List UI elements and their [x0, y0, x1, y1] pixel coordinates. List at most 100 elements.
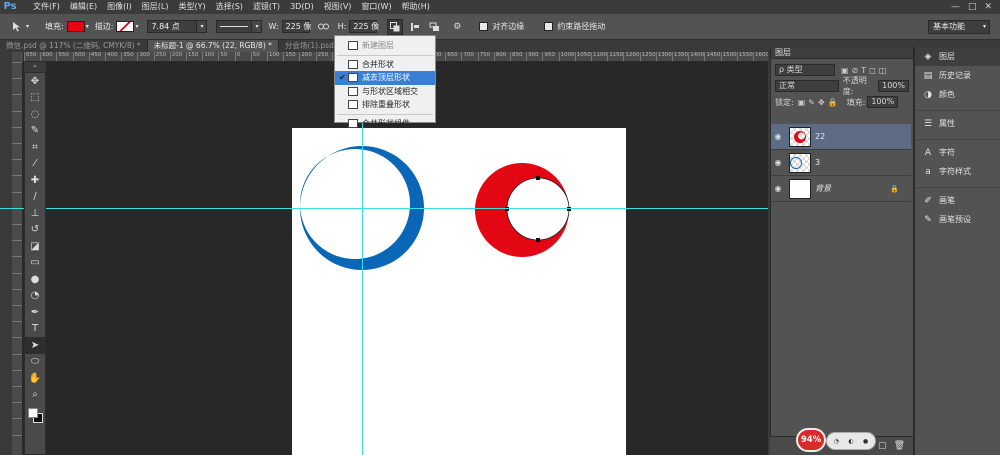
layer-row-3[interactable]: ◉ 3	[771, 150, 911, 176]
path-selection-tool-icon[interactable]: ➤	[25, 337, 45, 354]
anchor-point-bottom[interactable]	[536, 238, 540, 242]
layers-icon: ◈	[924, 51, 932, 62]
blur-tool-icon[interactable]: ●	[25, 271, 45, 288]
panel-dock-header	[770, 40, 1000, 47]
floating-widget[interactable]: ◔ ◐ ●	[826, 432, 876, 450]
zoom-level-badge[interactable]: 94%	[796, 428, 826, 452]
layers-panel-title[interactable]: 图层	[775, 48, 791, 57]
side-item-color[interactable]: ◑ 颜色	[915, 85, 1000, 104]
layers-panel-header: 图层	[771, 47, 913, 59]
widget-icon-b[interactable]: ◐	[848, 438, 853, 445]
path-op-menu-item[interactable]: ✔ 减去顶层形状	[335, 71, 435, 85]
lock-icons[interactable]: ▣✎✥🔒	[798, 98, 841, 107]
layer-thumbnail	[789, 178, 811, 199]
path-op-menu-item[interactable]: 新建图层	[335, 39, 435, 53]
path-operations-menu: 新建图层合并形状 ✔ 减去顶层形状 与形状区域相交排除重叠形状合并形状组件	[334, 35, 436, 128]
side-item-label: 图层	[939, 52, 955, 61]
side-item-brush-presets[interactable]: ✎ 画笔预设	[915, 210, 1000, 229]
brush-tool-icon[interactable]: ∕	[25, 189, 45, 206]
menu-item-label: 合并形状组件	[362, 118, 410, 128]
layer-filter-select[interactable]: ρ 类型	[775, 64, 835, 76]
eraser-tool-icon[interactable]: ◪	[25, 238, 45, 255]
side-item-layers[interactable]: ◈ 图层	[915, 47, 1000, 66]
side-item-properties[interactable]: ☰ 属性	[915, 114, 1000, 133]
gradient-tool-icon[interactable]: ▭	[25, 255, 45, 272]
menu-item-label: 合并形状	[362, 59, 394, 69]
menu-item-label: 减去顶层形状	[362, 73, 410, 83]
crop-tool-icon[interactable]: ⌗	[25, 139, 45, 156]
new-layer-icon[interactable]: ▢	[878, 441, 887, 451]
red-crescent-shape[interactable]	[474, 163, 570, 257]
path-op-menu-item[interactable]: 排除重叠形状	[335, 98, 435, 112]
move-tool-icon[interactable]: ✥	[25, 73, 45, 90]
workspace-select[interactable]: 基本功能 ▾	[928, 20, 990, 34]
visibility-eye-icon[interactable]: ◉	[771, 184, 785, 193]
opacity-input[interactable]: 100%	[878, 80, 909, 92]
layer-name[interactable]: 22	[815, 132, 825, 141]
character-icon: A	[924, 147, 932, 158]
brush-presets-icon: ✎	[924, 214, 932, 225]
widget-icon-c[interactable]: ●	[863, 438, 868, 445]
lock-label: 锁定:	[775, 97, 794, 107]
window-controls: — □ ✕	[951, 2, 1000, 12]
shape-op-icon	[348, 59, 358, 69]
filter-icons[interactable]: ▣⊘T◻◫	[841, 66, 889, 75]
shape-op-icon	[348, 73, 358, 83]
layer-name[interactable]: 3	[815, 158, 820, 167]
side-item-label: 字符	[939, 148, 955, 157]
layer-row-background[interactable]: ◉ 背景 🔒	[771, 176, 911, 202]
merge-components-item[interactable]: 合并形状组件	[335, 117, 435, 131]
side-item-label: 历史记录	[939, 71, 971, 80]
type-tool-icon[interactable]: T	[25, 321, 45, 338]
layer-thumbnail	[789, 126, 811, 147]
zoom-tool-icon[interactable]: ⌕	[25, 387, 45, 404]
dodge-tool-icon[interactable]: ◔	[25, 288, 45, 305]
side-item-brush[interactable]: ✐ 画笔	[915, 191, 1000, 210]
fill-input[interactable]: 100%	[867, 96, 899, 108]
side-item-character[interactable]: A 字符	[915, 143, 1000, 162]
ellipse-tool-icon[interactable]: ⬭	[25, 354, 45, 371]
eyedropper-tool-icon[interactable]: ⁄	[25, 156, 45, 173]
history-brush-tool-icon[interactable]: ↺	[25, 222, 45, 239]
photoshop-window: Ps 文件(F) 编辑(E) 图像(I) 图层(L) 类型(Y) 选择(S) 滤…	[0, 0, 1000, 455]
menu-item-label: 新建图层	[362, 41, 394, 51]
pen-tool-icon[interactable]: ✒	[25, 304, 45, 321]
anchor-point-top[interactable]	[536, 176, 540, 180]
minimize-button[interactable]: —	[951, 2, 960, 12]
widget-icon-a[interactable]: ◔	[834, 438, 839, 445]
path-outline[interactable]	[506, 177, 570, 241]
path-op-menu-item[interactable]: 与形状区域相交	[335, 85, 435, 99]
clone-stamp-tool-icon[interactable]: ⊥	[25, 205, 45, 222]
quick-select-tool-icon[interactable]: ✎	[25, 123, 45, 140]
blend-mode-select[interactable]: 正常	[775, 80, 839, 92]
layer-thumbnail	[789, 152, 811, 173]
hand-tool-icon[interactable]: ✋	[25, 370, 45, 387]
lasso-tool-icon[interactable]: ◌	[25, 106, 45, 123]
history-icon: ▤	[923, 70, 933, 81]
visibility-eye-icon[interactable]: ◉	[771, 158, 785, 167]
foreground-color[interactable]	[28, 408, 38, 418]
maximize-button[interactable]: □	[968, 2, 977, 12]
close-button[interactable]: ✕	[984, 2, 992, 12]
delete-layer-icon[interactable]: 🗑	[894, 441, 905, 451]
marquee-tool-icon[interactable]: ⬚	[25, 90, 45, 107]
layer-row-22[interactable]: ◉ 22	[771, 124, 911, 150]
side-item-label: 颜色	[939, 90, 955, 99]
layer-name[interactable]: 背景	[815, 183, 831, 194]
path-op-menu-item[interactable]: 合并形状	[335, 58, 435, 72]
menu-separator	[337, 54, 433, 56]
toolbox-collapse-icon[interactable]: »	[24, 62, 46, 72]
horizontal-guide[interactable]	[0, 208, 768, 209]
color-swatches[interactable]	[25, 403, 45, 429]
side-panel-dock: ◈ 图层 ▤ 历史记录 ◑ 颜色 ☰ 属性 A 字符 a 字符样式 ✐ 画笔 ✎ 画笔预设	[914, 47, 1000, 455]
visibility-eye-icon[interactable]: ◉	[771, 132, 785, 141]
shape-op-icon	[348, 100, 358, 110]
merge-icon	[348, 118, 358, 128]
side-item-label: 画笔预设	[939, 215, 971, 224]
side-item-character-style[interactable]: a 字符样式	[915, 162, 1000, 181]
check-icon: ✔	[339, 73, 346, 83]
character-style-icon: a	[925, 166, 931, 177]
menu-item-label: 与形状区域相交	[362, 86, 418, 96]
healing-brush-tool-icon[interactable]: ✚	[25, 172, 45, 189]
side-item-history[interactable]: ▤ 历史记录	[915, 66, 1000, 85]
